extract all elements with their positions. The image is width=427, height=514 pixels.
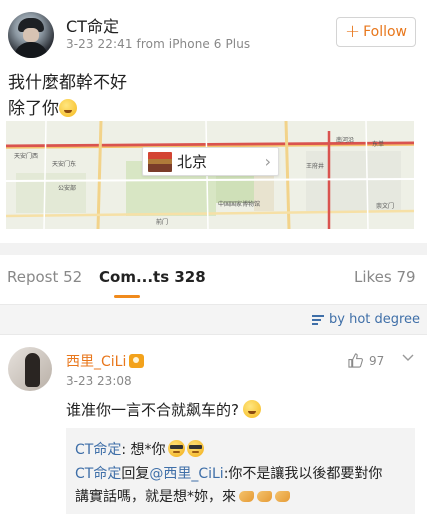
plus-icon: + [344, 21, 361, 42]
reply-line-3: 講實話嗎，就是想*妳，來 [75, 486, 290, 506]
reply-verb: 回复 [121, 466, 150, 482]
divider [0, 304, 427, 305]
map-label: 王府井 [306, 163, 325, 170]
post-text-line-2: 除了你 [8, 94, 77, 119]
commenter-name[interactable]: 西里_CiLi [66, 351, 126, 371]
comment-text-content: 谁准你一言不合就飙车的? [66, 401, 239, 419]
sort-hot-degree-button[interactable]: by hot degree [312, 312, 420, 327]
tab-active-indicator [114, 295, 140, 298]
vip-badge-icon [129, 354, 145, 368]
avatar-figure [25, 353, 40, 387]
clap-emoji-icon [239, 491, 254, 502]
chevron-down-icon[interactable] [402, 353, 414, 363]
commenter-name-row[interactable]: 西里_CiLi [66, 351, 145, 371]
post-text-line-1: 我什麼都幹不好 [8, 73, 127, 93]
smile-emoji-icon [59, 99, 77, 117]
reply-text: :你不是讓我以後都要對你 [223, 466, 383, 482]
reply-text: : 想*你 [121, 442, 166, 458]
reply-user[interactable]: CT命定 [75, 466, 121, 482]
sort-icon [312, 314, 324, 325]
commenter-avatar[interactable] [8, 347, 52, 391]
map-label: 天安门西 [14, 153, 39, 160]
thumbs-up-icon [348, 353, 363, 368]
map-label: 天安门东 [52, 161, 77, 168]
tab-likes[interactable]: Likes 79 [354, 268, 416, 286]
map-label: 崇文门 [376, 203, 395, 210]
clap-emoji-icon [257, 491, 272, 502]
reply-user[interactable]: CT命定 [75, 442, 121, 458]
reply-thread[interactable]: CT命定: 想*你 CT命定回复@西里_CiLi:你不是讓我以後都要對你 講實話… [66, 428, 415, 514]
reply-text: 講實話嗎，就是想*妳，來 [75, 489, 236, 505]
post-text-line-2-text: 除了你 [8, 99, 59, 119]
avatar-body [14, 42, 48, 58]
comment-like-button[interactable]: 97 [348, 353, 384, 368]
section-separator [0, 243, 427, 255]
comment-time: 3-23 23:08 [66, 374, 132, 388]
map-label: 前门 [156, 219, 169, 226]
reply-line-2: CT命定回复@西里_CiLi:你不是讓我以後都要對你 [75, 463, 382, 483]
author-avatar[interactable] [8, 12, 54, 58]
cool-emoji-icon [167, 440, 185, 457]
post-author-name[interactable]: CT命定 [66, 13, 119, 37]
follow-button[interactable]: + Follow [336, 17, 416, 47]
reply-mention[interactable]: @西里_CiLi [149, 466, 223, 482]
location-card[interactable]: 北京 › [142, 147, 279, 176]
smirk-emoji-icon [242, 400, 261, 418]
like-count: 97 [369, 353, 385, 368]
cool-emoji-icon [186, 440, 204, 457]
map-label: 公安部 [58, 185, 77, 192]
avatar-face [23, 28, 39, 42]
divider [0, 334, 427, 335]
follow-label: Follow [363, 24, 407, 40]
comment-text: 谁准你一言不合就飙车的? [66, 399, 261, 420]
sort-label: by hot degree [329, 312, 421, 327]
map-label: 南河沿 [336, 137, 355, 144]
tab-repost[interactable]: Repost 52 [7, 268, 82, 286]
tiananmen-icon [148, 151, 172, 172]
location-name: 北京 [177, 153, 208, 171]
map-label: 中国国家博物馆 [218, 201, 261, 208]
chevron-right-icon: › [264, 152, 271, 171]
post-meta: 3-23 22:41 from iPhone 6 Plus [66, 37, 251, 51]
clap-emoji-icon [275, 491, 290, 502]
tab-comments[interactable]: Com...ts 328 [99, 268, 206, 286]
map-label: 东单 [372, 141, 385, 148]
reply-line-1: CT命定: 想*你 [75, 439, 204, 459]
